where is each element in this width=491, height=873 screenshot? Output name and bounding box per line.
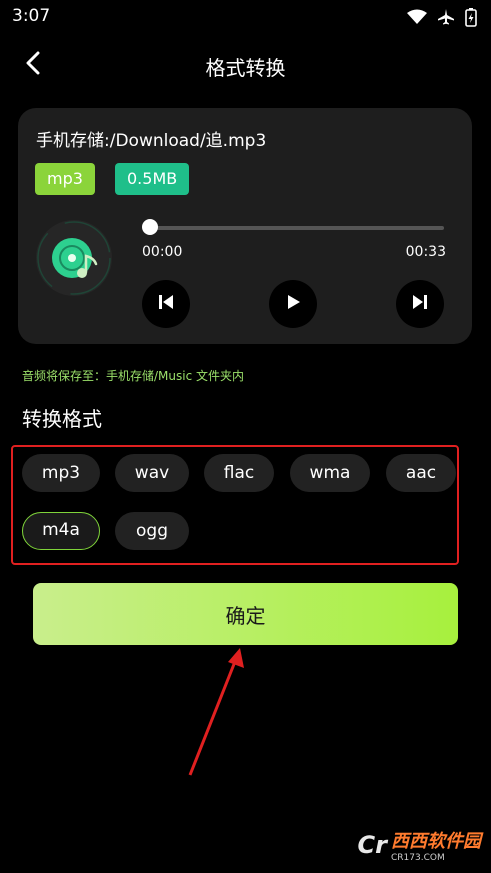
annotation-arrow-icon bbox=[188, 648, 244, 776]
airplane-icon bbox=[437, 8, 455, 30]
battery-charging-icon bbox=[465, 7, 477, 31]
music-disc-icon bbox=[36, 220, 112, 296]
status-icons bbox=[407, 7, 477, 31]
status-bar: 3:07 bbox=[0, 0, 491, 34]
format-options: mp3 wav flac wma aac m4a ogg bbox=[11, 445, 459, 565]
watermark-name: 西西软件园 bbox=[391, 831, 481, 852]
watermark: Cr 西西软件园 CR173.COM bbox=[358, 827, 481, 863]
format-chip-ogg[interactable]: ogg bbox=[115, 512, 189, 550]
format-chip-flac[interactable]: flac bbox=[204, 454, 274, 492]
format-chip-mp3[interactable]: mp3 bbox=[22, 454, 100, 492]
format-chip-aac[interactable]: aac bbox=[386, 454, 456, 492]
status-time: 3:07 bbox=[12, 6, 51, 26]
save-location-note: 音频将保存至：手机存储/Music 文件夹内 bbox=[22, 369, 245, 383]
format-chip-wav[interactable]: wav bbox=[115, 454, 189, 492]
watermark-sub: CR173.COM bbox=[391, 853, 445, 863]
page-title: 格式转换 bbox=[205, 56, 286, 80]
wifi-icon bbox=[407, 9, 427, 29]
previous-button[interactable] bbox=[142, 280, 190, 328]
progress-thumb[interactable] bbox=[142, 219, 158, 235]
skip-next-icon bbox=[410, 292, 430, 316]
format-chip-m4a[interactable]: m4a bbox=[22, 512, 100, 550]
file-path: 手机存储:/Download/追.mp3 bbox=[36, 131, 267, 151]
skip-previous-icon bbox=[156, 292, 176, 316]
top-bar: 格式转换 bbox=[0, 40, 491, 90]
play-button[interactable] bbox=[269, 280, 317, 328]
confirm-button[interactable]: 确定 bbox=[33, 583, 458, 645]
watermark-brand: Cr bbox=[357, 831, 387, 859]
next-button[interactable] bbox=[396, 280, 444, 328]
file-size-badge: 0.5MB bbox=[115, 163, 190, 195]
file-format-badge: mp3 bbox=[35, 163, 95, 195]
progress-track[interactable] bbox=[150, 226, 444, 230]
current-time: 00:00 bbox=[142, 244, 183, 260]
section-title: 转换格式 bbox=[22, 407, 102, 431]
player-card: 手机存储:/Download/追.mp3 mp3 0.5MB 00:00 00:… bbox=[18, 108, 472, 344]
format-chip-wma[interactable]: wma bbox=[290, 454, 370, 492]
total-time: 00:33 bbox=[405, 244, 446, 260]
play-icon bbox=[284, 293, 302, 315]
